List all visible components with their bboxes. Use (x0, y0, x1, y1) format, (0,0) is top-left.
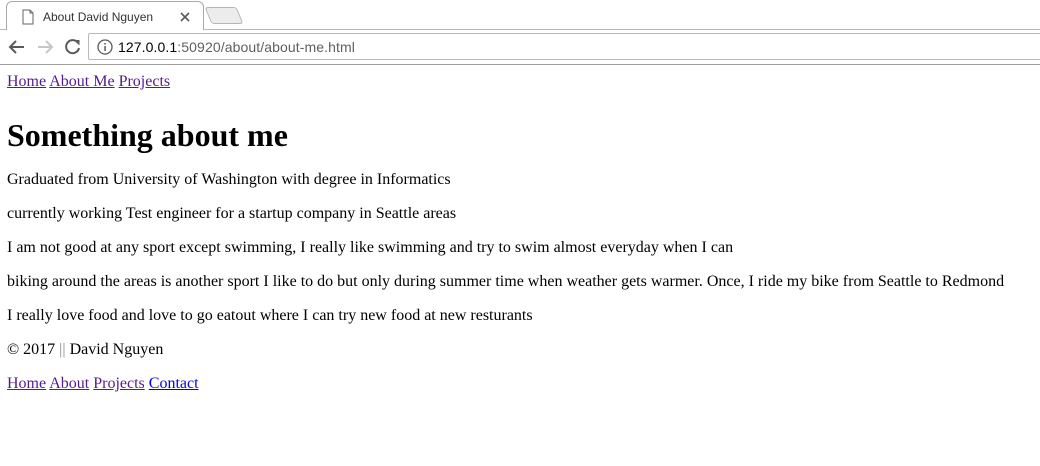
paragraph-swimming: I am not good at any sport except swimmi… (7, 239, 734, 256)
tab-strip: About David Nguyen (0, 0, 1040, 30)
footer-contact-link[interactable]: Contact (149, 375, 199, 392)
page-icon (21, 9, 35, 25)
footer-separator: || (59, 341, 66, 358)
browser-toolbar: 127.0.0.1:50920/about/about-me.html (0, 30, 1040, 65)
footer-copyright: © 2017 || David Nguyen (7, 341, 1040, 359)
bottom-nav: Home About Projects Contact (7, 375, 1040, 393)
paragraph-work: currently working Test engineer for a st… (7, 205, 457, 222)
top-nav: Home About Me Projects (7, 73, 1040, 91)
new-tab-button[interactable] (204, 7, 244, 24)
page-content: Home About Me Projects Something about m… (0, 65, 1040, 393)
url-path: :50920/about/about-me.html (177, 39, 356, 55)
forward-arrow-icon[interactable] (35, 38, 55, 56)
nav-projects-link[interactable]: Projects (119, 73, 171, 90)
address-bar[interactable]: 127.0.0.1:50920/about/about-me.html (88, 33, 1040, 60)
copyright-text: © 2017 (7, 341, 56, 358)
paragraph-food: I really love food and love to go eatout… (7, 307, 533, 324)
paragraph-biking: biking around the areas is another sport… (7, 273, 1005, 290)
footer-about-link[interactable]: About (49, 375, 89, 392)
info-icon[interactable] (97, 39, 113, 55)
reload-icon[interactable] (63, 38, 83, 56)
paragraph-education: Graduated from University of Washington … (7, 171, 451, 188)
url-host: 127.0.0.1 (118, 39, 178, 55)
nav-about-link[interactable]: About Me (49, 73, 114, 90)
url-text[interactable]: 127.0.0.1:50920/about/about-me.html (118, 39, 355, 55)
back-arrow-icon[interactable] (7, 38, 27, 56)
tab-title: About David Nguyen (43, 10, 154, 24)
author-name: David Nguyen (69, 341, 164, 358)
footer-home-link[interactable]: Home (7, 375, 46, 392)
browser-tab[interactable]: About David Nguyen (6, 1, 204, 30)
page-title: Something about me (7, 117, 288, 153)
nav-home-link[interactable]: Home (7, 73, 46, 90)
footer-projects-link[interactable]: Projects (93, 375, 145, 392)
close-icon[interactable] (177, 9, 193, 25)
